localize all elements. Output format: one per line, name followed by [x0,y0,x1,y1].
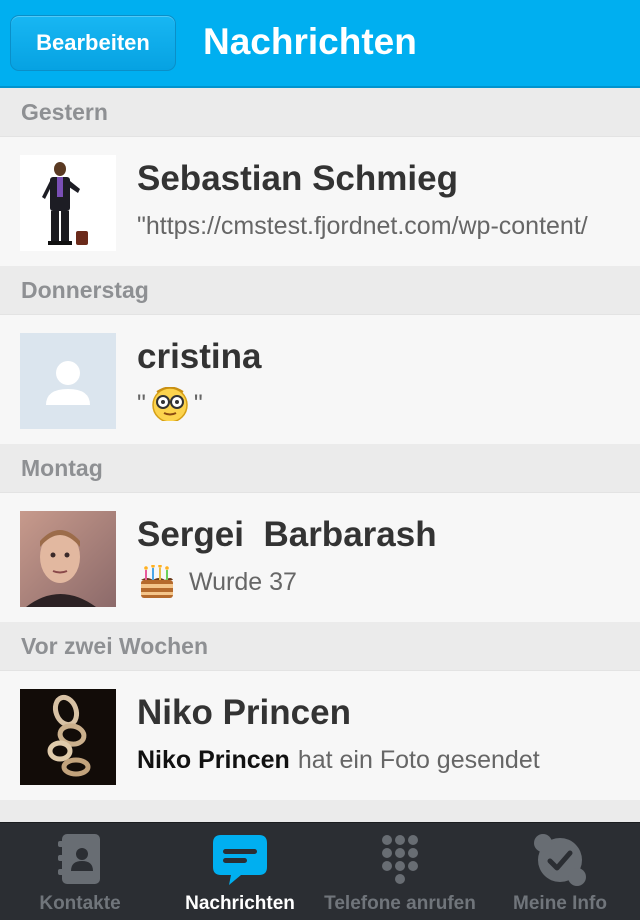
avatar [20,689,116,785]
message-preview: Niko Princen hat ein Foto gesendet [137,743,634,777]
skype-check-icon [534,834,586,886]
contact-name: cristina [137,337,262,376]
edit-button[interactable]: Bearbeiten [10,15,176,71]
contacts-book-icon [58,834,100,884]
tab-nachrichten[interactable]: Nachrichten [160,823,320,920]
message-preview-text: hat ein Foto gesendet [297,745,540,774]
message-sender: Niko Princen [137,745,290,774]
contact-name: Sebastian Schmieg [137,159,458,198]
conversation-row[interactable]: Sebastian Schmieg "https://cmstest.fjord… [0,136,640,266]
section-header-montag: Montag [0,444,640,492]
tab-meine-info[interactable]: Meine Info [480,823,640,920]
contact-name: Niko Princen [137,693,351,732]
tab-bar: Kontakte Nachrichten Telefone anrufen Me… [0,822,640,920]
message-preview: "https://cmstest.fjordnet.com/wp-content… [137,209,634,243]
section-header-donnerstag: Donnerstag [0,266,640,314]
navigation-bar: Bearbeiten Nachrichten [0,0,640,88]
avatar [20,511,116,607]
birthday-cake-icon [141,565,173,598]
person-suit-photo [20,155,116,251]
section-header-vor-zwei-wochen: Vor zwei Wochen [0,622,640,670]
chat-bubble-icon [213,835,267,885]
avatar [20,155,116,251]
tab-kontakte[interactable]: Kontakte [0,823,160,920]
face-photo [20,511,116,607]
conversation-row[interactable]: cristina " " [0,314,640,444]
nerd-face-emoticon-icon [152,387,188,421]
conversation-row[interactable]: Sergei Barbarash Wurde 37 [0,492,640,622]
conversation-row[interactable]: Niko Princen Niko Princen hat ein Foto g… [0,670,640,800]
message-preview: " " [137,387,634,421]
avatar [20,333,116,429]
contact-name: Sergei Barbarash [137,515,437,554]
tab-label: Telefone anrufen [324,893,476,914]
tab-label: Nachrichten [185,893,295,914]
tab-label: Kontakte [39,893,121,914]
section-header-partial [0,800,640,822]
tab-telefone-anrufen[interactable]: Telefone anrufen [320,823,480,920]
sculpture-photo [20,689,116,785]
page-title: Nachrichten [203,21,417,62]
default-avatar-icon [20,333,116,429]
quote-close: " [193,389,203,418]
section-header-gestern: Gestern [0,88,640,136]
conversation-list[interactable]: Gestern Sebastian Schmieg "https://cmste… [0,88,640,822]
message-preview-text: Wurde 37 [189,567,297,596]
dialpad-icon [382,835,418,884]
tab-label: Meine Info [513,893,607,914]
quote-open: " [137,389,146,418]
message-preview: Wurde 37 [137,565,634,599]
message-preview-text: "https://cmstest.fjordnet.com/wp-content… [137,211,588,240]
